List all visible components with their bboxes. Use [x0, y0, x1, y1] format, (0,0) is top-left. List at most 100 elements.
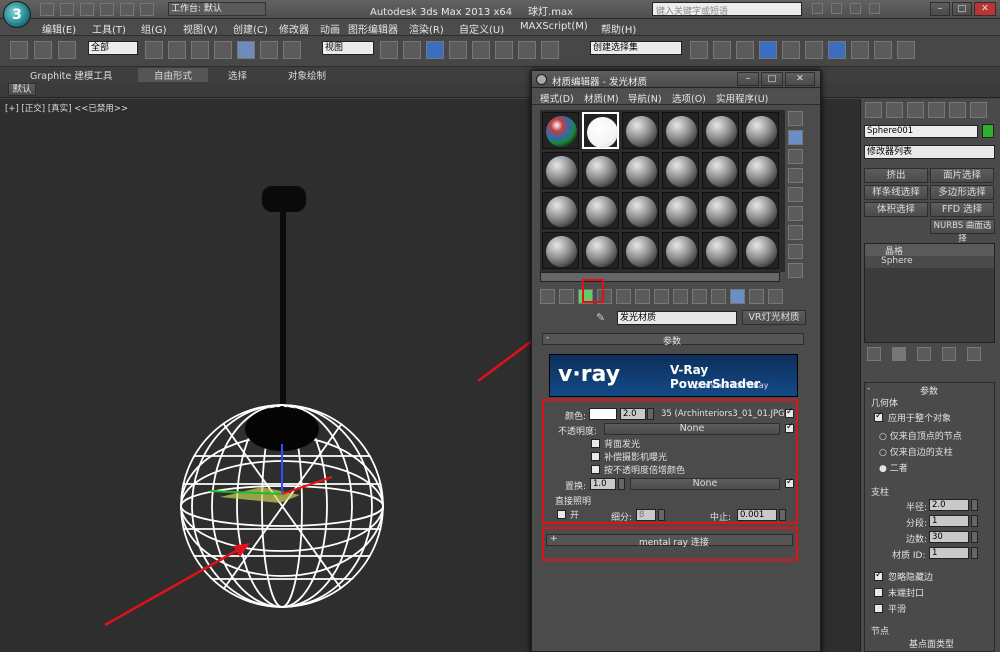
schematic-view-icon[interactable] — [805, 41, 823, 59]
sample-slot-22[interactable] — [662, 232, 699, 269]
rollout-collapse-icon[interactable]: - — [867, 384, 870, 394]
ribbon-default-button[interactable]: 默认 — [8, 83, 36, 96]
displace-map-button[interactable]: None — [630, 478, 780, 490]
sample-slot-8[interactable] — [582, 152, 619, 189]
modifier-list-dropdown[interactable]: 修改器列表 — [864, 145, 995, 159]
cutoff-field[interactable]: 0.001 — [737, 509, 777, 521]
menu-item-3[interactable]: 视图(V) — [183, 21, 218, 36]
render-production-icon[interactable] — [897, 41, 915, 59]
configure-sets-icon[interactable] — [967, 347, 981, 361]
sample-slot-23[interactable] — [702, 232, 739, 269]
color-map-button[interactable]: 35 (Archinteriors3_01_01.JPG) — [661, 409, 788, 419]
radio-vertices[interactable]: ○ 仅来自顶点的节点 — [879, 429, 962, 442]
minimize-button[interactable]: – — [930, 2, 950, 16]
sample-slot-18[interactable] — [742, 192, 779, 229]
workspace-dropdown[interactable]: 工作台: 默认 — [168, 2, 266, 16]
show-map-icon[interactable] — [692, 289, 707, 304]
pick-material-icon[interactable] — [768, 289, 783, 304]
ribbon-tab-1[interactable]: 自由形式 — [138, 68, 209, 82]
ribbon-toggle-icon[interactable] — [759, 41, 777, 59]
color-multiplier-field[interactable]: 2.0 — [620, 408, 646, 420]
sample-slot-11[interactable] — [702, 152, 739, 189]
sample-slot-24[interactable] — [742, 232, 779, 269]
curve-editor-icon[interactable] — [782, 41, 800, 59]
motion-tab-icon[interactable] — [928, 102, 945, 118]
background-icon[interactable] — [788, 149, 803, 164]
params-collapse-icon[interactable]: - — [546, 333, 549, 343]
mat-maximize-button[interactable]: □ — [761, 72, 783, 86]
rendered-frame-icon[interactable] — [874, 41, 892, 59]
stack-item-sphere[interactable]: Sphere — [865, 256, 994, 268]
displace-field[interactable]: 1.0 — [590, 478, 616, 490]
subdiv-spinner[interactable] — [658, 509, 665, 521]
menu-item-9[interactable]: 自定义(U) — [459, 21, 504, 36]
menu-item-7[interactable]: 图形编辑器 — [348, 21, 398, 36]
sample-slot-9[interactable] — [622, 152, 659, 189]
uv-tiling-icon[interactable] — [788, 168, 803, 183]
ignore-hidden-checkbox[interactable] — [874, 570, 883, 581]
unlink-icon[interactable] — [34, 41, 52, 59]
bind-spacewarp-icon[interactable] — [58, 41, 76, 59]
menu-item-5[interactable]: 修改器 — [279, 21, 309, 36]
mat-menu-item-3[interactable]: 选项(O) — [672, 91, 706, 105]
spinner-snap-icon[interactable] — [518, 41, 536, 59]
reference-coordinate-dropdown[interactable]: 视图 — [322, 41, 374, 55]
help-icon[interactable] — [869, 3, 880, 14]
maximize-button[interactable]: □ — [952, 2, 972, 16]
move-icon[interactable] — [237, 41, 255, 59]
menu-item-1[interactable]: 工具(T) — [92, 21, 126, 36]
modifier-button-4[interactable]: 体积选择 — [864, 202, 928, 217]
sample-slot-14[interactable] — [582, 192, 619, 229]
redo-icon[interactable] — [120, 3, 134, 16]
project-icon[interactable] — [140, 3, 154, 16]
mat-menu-item-4[interactable]: 实用程序(U) — [716, 91, 768, 105]
rotate-icon[interactable] — [260, 41, 278, 59]
sample-slot-21[interactable] — [622, 232, 659, 269]
go-forward-sibling-icon[interactable] — [749, 289, 764, 304]
ribbon-tab-2[interactable]: 选择 — [228, 68, 247, 82]
align-icon[interactable] — [713, 41, 731, 59]
make-unique-icon[interactable] — [917, 347, 931, 361]
params-rollout-header[interactable]: - 参数 — [542, 333, 804, 347]
object-color-swatch[interactable] — [982, 124, 994, 138]
edit-named-sel-icon[interactable] — [541, 41, 559, 59]
menu-item-10[interactable]: MAXScript(M) — [520, 21, 588, 32]
app-logo[interactable]: 3 — [3, 1, 31, 28]
mentalray-expand-icon[interactable]: + — [550, 534, 558, 544]
radio-both[interactable]: ● 二者 — [879, 461, 908, 474]
cutoff-spinner[interactable] — [779, 509, 786, 521]
modifier-stack[interactable]: 晶格 Sphere — [864, 243, 995, 343]
subscription-icon[interactable] — [831, 3, 842, 14]
displace-spinner[interactable] — [618, 478, 625, 490]
ribbon-tab-0[interactable]: Graphite 建模工具 — [30, 68, 112, 82]
sample-slot-13[interactable] — [542, 192, 579, 229]
material-id-icon[interactable] — [673, 289, 688, 304]
window-crossing-icon[interactable] — [214, 41, 232, 59]
mat-close-button[interactable]: ✕ — [785, 72, 815, 86]
angle-snap-icon[interactable] — [472, 41, 490, 59]
radius-field[interactable]: 2.0 — [929, 499, 969, 511]
backside-checkbox[interactable] — [591, 439, 600, 448]
search-input[interactable]: 键入关键字或短语 — [652, 2, 802, 17]
matid-spinner[interactable] — [971, 547, 978, 559]
radius-spinner[interactable] — [971, 499, 978, 511]
sample-slot-2[interactable] — [582, 112, 619, 149]
sides-field[interactable]: 30 — [929, 531, 969, 543]
backlight-icon[interactable] — [788, 130, 803, 145]
menu-item-6[interactable]: 动画 — [320, 21, 340, 36]
sample-slot-7[interactable] — [542, 152, 579, 189]
menu-item-2[interactable]: 组(G) — [141, 21, 167, 36]
subdiv-field[interactable]: 8 — [636, 509, 656, 521]
get-material-icon[interactable] — [540, 289, 555, 304]
material-type-button[interactable]: VR灯光材质 — [742, 310, 806, 325]
display-tab-icon[interactable] — [949, 102, 966, 118]
select-by-material-icon[interactable] — [788, 244, 803, 259]
sample-slot-16[interactable] — [662, 192, 699, 229]
select-by-name-icon[interactable] — [168, 41, 186, 59]
named-selection-dropdown[interactable]: 创建选择集 — [590, 41, 682, 55]
put-to-library-icon[interactable] — [654, 289, 669, 304]
multiply-checkbox[interactable] — [591, 465, 600, 474]
material-editor-window[interactable]: 材质编辑器 - 发光材质 – □ ✕ 模式(D) 材质(M) 导航(N) 选项(O) 实… — [531, 70, 821, 652]
modify-tab-icon[interactable] — [886, 102, 903, 118]
modifier-button-5[interactable]: FFD 选择 — [930, 202, 994, 217]
